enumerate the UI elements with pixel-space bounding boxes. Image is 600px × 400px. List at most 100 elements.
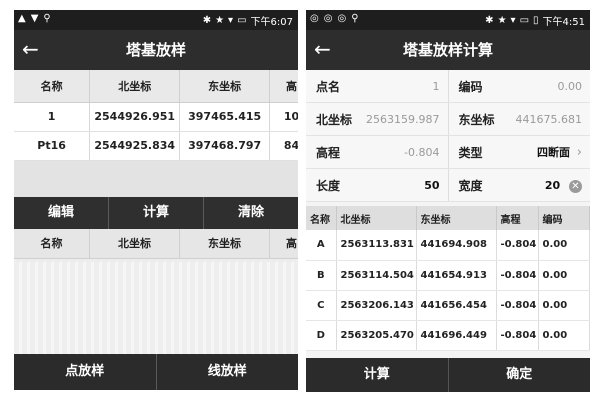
cell-elev: -0.804 bbox=[496, 320, 539, 351]
cell-elev: -0.804 bbox=[496, 290, 539, 321]
status-bar: ▲ ▼ ⚲ ✱ ★ ▾ ▭ 下午6:07 bbox=[14, 10, 298, 30]
chevron-right-icon: › bbox=[576, 145, 582, 160]
field-value: 1 bbox=[432, 79, 440, 93]
cell-north: 2544925.834 bbox=[89, 131, 181, 161]
bottom-bar: 点放样 线放样 bbox=[14, 354, 298, 390]
point-stakeout-button[interactable]: 点放样 bbox=[14, 354, 157, 390]
field-value: 0.00 bbox=[557, 79, 583, 93]
status-bar: ◎ ◎ ◎ ⚲ ✱ ★ ▾ ▭ ▯ 下午4:51 bbox=[306, 10, 590, 30]
wifi-icon: ▾ bbox=[510, 15, 516, 26]
wifi-icon: ▾ bbox=[228, 15, 234, 26]
elevation-field[interactable]: 高程 -0.804 bbox=[306, 136, 449, 168]
page-title: 塔基放样计算 bbox=[402, 41, 493, 59]
type-selector[interactable]: 类型 四断面 › bbox=[449, 136, 591, 168]
cell-north: 2563114.504 bbox=[336, 260, 417, 291]
title-bar: ← 塔基放样 bbox=[14, 30, 298, 70]
result-table-header: 名称 北坐标 东坐标 高 bbox=[14, 228, 298, 259]
field-value: 20 bbox=[544, 178, 561, 192]
cell-north: 2563113.831 bbox=[336, 230, 417, 261]
cell-name: Pt16 bbox=[14, 131, 91, 161]
field-label: 长度 bbox=[316, 178, 341, 193]
column-header: 名称 bbox=[306, 206, 337, 230]
column-header: 东坐标 bbox=[416, 206, 497, 230]
form-row: 北坐标 2563159.987 东坐标 441675.681 bbox=[306, 103, 590, 136]
title-bar: ← 塔基放样计算 bbox=[306, 30, 590, 70]
cell-east: 397465.415 bbox=[179, 102, 271, 132]
table-row[interactable]: Pt16 2544925.834 397468.797 84 bbox=[14, 131, 298, 161]
cell-north: 2544926.951 bbox=[89, 102, 181, 132]
cell-name: 1 bbox=[14, 102, 91, 132]
right-phone-screen: ◎ ◎ ◎ ⚲ ✱ ★ ▾ ▭ ▯ 下午4:51 ← 塔基放样计算 点名 1 编… bbox=[306, 10, 590, 392]
east-coord-field[interactable]: 东坐标 441675.681 bbox=[449, 103, 591, 135]
back-arrow-icon[interactable]: ← bbox=[22, 36, 39, 62]
location-icon: ⚲ bbox=[351, 13, 359, 24]
notification-icon: ◎ bbox=[310, 13, 319, 24]
cell-north: 2563206.143 bbox=[336, 290, 417, 321]
column-header: 高程 bbox=[496, 206, 539, 230]
cell-name: D bbox=[306, 320, 337, 351]
point-name-field[interactable]: 点名 1 bbox=[306, 70, 449, 102]
field-label: 类型 bbox=[458, 145, 483, 160]
notification-icon: ◎ bbox=[323, 13, 333, 24]
star-icon: ★ bbox=[497, 15, 507, 26]
cell-code: 0.00 bbox=[538, 260, 590, 291]
clear-button[interactable]: 清除 bbox=[204, 197, 298, 229]
battery-icon: ▯ bbox=[533, 15, 539, 26]
notification-icon: ◎ bbox=[337, 13, 347, 24]
table-row[interactable]: C 2563206.143 441656.454 -0.804 0.00 bbox=[306, 290, 590, 321]
table-row[interactable]: 1 2544926.951 397465.415 10 bbox=[14, 102, 298, 132]
result-list-area bbox=[14, 262, 298, 354]
cell-name: A bbox=[306, 230, 337, 261]
column-header: 高 bbox=[270, 229, 298, 258]
star-icon: ★ bbox=[215, 15, 225, 26]
notification-icon: ▲ bbox=[18, 13, 26, 24]
cell-elev: 10 bbox=[269, 102, 298, 132]
field-label: 点名 bbox=[316, 79, 341, 94]
action-bar: 编辑 计算 清除 bbox=[14, 196, 298, 229]
form-row: 点名 1 编码 0.00 bbox=[306, 70, 590, 103]
cell-name: B bbox=[306, 260, 337, 291]
calculate-button[interactable]: 计算 bbox=[109, 196, 204, 229]
column-header: 东坐标 bbox=[180, 228, 270, 258]
column-header: 名称 bbox=[14, 228, 90, 258]
clear-icon[interactable]: ✕ bbox=[569, 179, 582, 193]
cell-code: 0.00 bbox=[538, 290, 590, 321]
bluetooth-icon: ✱ bbox=[485, 15, 494, 26]
cell-east: 441654.913 bbox=[416, 260, 497, 291]
signal-icon: ▭ bbox=[519, 15, 530, 26]
length-field[interactable]: 长度 50 bbox=[306, 169, 449, 201]
column-header: 北坐标 bbox=[336, 206, 417, 230]
field-label: 编码 bbox=[458, 79, 483, 94]
column-header: 北坐标 bbox=[90, 228, 180, 258]
edit-button[interactable]: 编辑 bbox=[14, 196, 109, 229]
width-field[interactable]: 宽度 20 ✕ bbox=[449, 169, 591, 201]
status-time: 下午4:51 bbox=[542, 17, 585, 28]
column-header: 名称 bbox=[14, 70, 91, 103]
calculate-button[interactable]: 计算 bbox=[306, 358, 449, 392]
field-value: 四断面 bbox=[536, 146, 570, 159]
cell-code: 0.00 bbox=[538, 320, 590, 351]
north-coord-field[interactable]: 北坐标 2563159.987 bbox=[306, 103, 449, 135]
notification-icon: ▼ bbox=[30, 13, 39, 24]
field-label: 东坐标 bbox=[458, 112, 495, 127]
column-header: 北坐标 bbox=[89, 70, 181, 103]
code-field[interactable]: 编码 0.00 bbox=[449, 70, 591, 102]
field-value: 441675.681 bbox=[515, 112, 582, 126]
signal-icon: ▭ bbox=[237, 15, 247, 26]
table-row[interactable]: A 2563113.831 441694.908 -0.804 0.00 bbox=[306, 230, 590, 261]
field-value: 50 bbox=[424, 178, 440, 192]
field-label: 北坐标 bbox=[316, 112, 353, 127]
field-value: -0.804 bbox=[404, 145, 440, 159]
table-header-row: 名称 北坐标 东坐标 高 bbox=[14, 70, 298, 103]
form-row: 高程 -0.804 类型 四断面 › bbox=[306, 136, 590, 169]
column-header: 东坐标 bbox=[179, 70, 271, 103]
column-header: 高 bbox=[269, 70, 298, 103]
table-row[interactable]: D 2563205.470 441696.449 -0.804 0.00 bbox=[306, 320, 590, 351]
table-row[interactable]: B 2563114.504 441654.913 -0.804 0.00 bbox=[306, 260, 590, 291]
line-stakeout-button[interactable]: 线放样 bbox=[157, 354, 299, 390]
form-row: 长度 50 宽度 20 ✕ bbox=[306, 169, 590, 202]
back-arrow-icon[interactable]: ← bbox=[314, 36, 331, 62]
confirm-button[interactable]: 确定 bbox=[449, 358, 591, 392]
cell-east: 441656.454 bbox=[416, 290, 497, 321]
cell-east: 441694.908 bbox=[416, 230, 497, 261]
